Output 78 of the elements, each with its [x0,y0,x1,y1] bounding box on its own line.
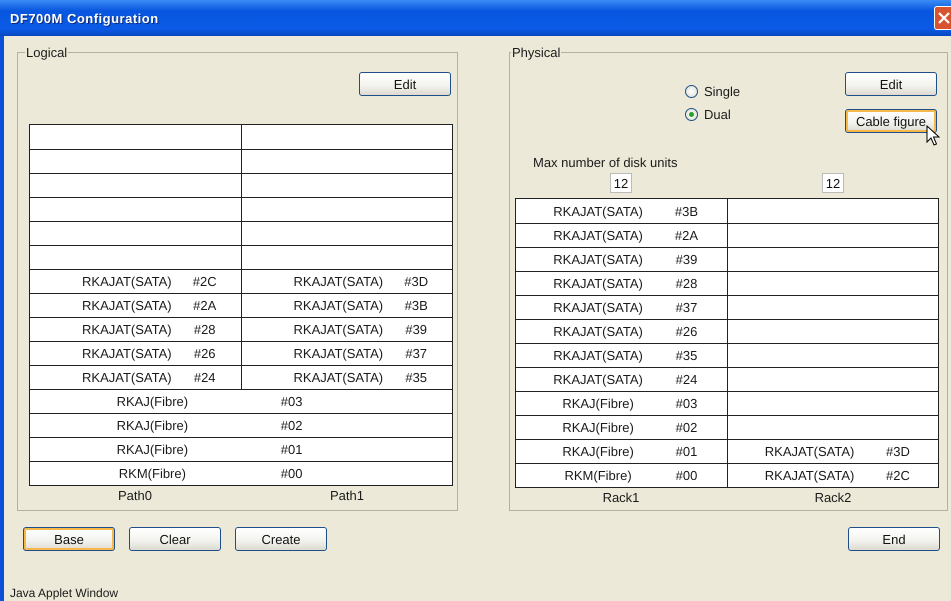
unit-number: #35 [674,348,698,363]
unit-number: #26 [674,324,698,339]
unit-name: RKAJAT(SATA) [292,274,384,289]
unit-name: RKAJ(Fibre) [561,420,635,435]
unit-name: RKAJ(Fibre) [116,442,190,457]
unit-number: #01 [674,444,698,459]
unit-number: #03 [280,394,304,409]
button[interactable]: Edit [359,72,451,96]
button[interactable]: Create [235,527,327,551]
unit-number: #3B [674,204,700,218]
field-label: Max number of disk units [532,154,679,170]
status-text: Java Applet Window [9,586,120,601]
radio-option[interactable]: Dual [685,107,740,122]
button[interactable]: End [848,527,940,551]
unit-number: #2A [674,228,700,243]
unit-name: RKAJAT(SATA) [552,252,644,267]
column-label: Rack1 [602,489,640,505]
unit-name: RKAJAT(SATA) [292,370,384,385]
unit-name: RKM(Fibre) [564,468,633,483]
unit-number: #3D [403,274,430,289]
unit-name: RKAJAT(SATA) [292,322,384,337]
close-icon[interactable] [934,6,951,30]
unit-number: #28 [192,322,217,337]
unit-number: #03 [674,396,698,411]
column-label: Path0 [117,487,153,503]
unit-name: RKAJAT(SATA) [552,276,644,291]
number-field[interactable]: 12 [822,173,844,193]
unit-name: RKAJAT(SATA) [552,300,644,315]
unit-name: RKAJAT(SATA) [552,204,644,218]
unit-number: #39 [404,322,428,337]
unit-name: RKAJAT(SATA) [552,372,644,387]
column-label: Path1 [329,487,365,503]
unit-name: RKAJAT(SATA) [292,346,384,361]
column-label: Rack2 [814,489,852,505]
unit-number: #3D [885,444,911,459]
unit-number: #02 [674,420,698,435]
unit-name: RKAJ(Fibre) [116,394,190,409]
mouse-pointer-icon [926,125,940,147]
unit-name: RKAJAT(SATA) [764,468,856,483]
unit-name: RKAJAT(SATA) [81,322,173,337]
unit-number: #37 [674,300,698,315]
panel-title: Physical [511,45,562,60]
unit-number: #35 [404,370,428,385]
unit-number: #2A [192,298,218,313]
unit-number: #01 [280,442,304,457]
unit-name: RKAJAT(SATA) [552,324,644,339]
unit-name: RKAJ(Fibre) [116,418,190,433]
unit-number: #00 [280,466,304,481]
unit-number: #00 [674,468,698,483]
unit-name: RKAJAT(SATA) [552,348,644,363]
radio-option[interactable]: Single [685,84,740,99]
button[interactable]: Cable figure [845,109,937,133]
unit-name: RKAJAT(SATA) [81,274,173,289]
unit-name: RKAJAT(SATA) [292,298,384,313]
unit-number: #02 [280,418,304,433]
unit-name: RKAJ(Fibre) [561,444,635,459]
unit-number: #28 [674,276,698,291]
panel-title: Logical [25,45,68,60]
unit-number: #2C [885,468,911,483]
unit-number: #39 [674,252,698,267]
unit-number: #3B [404,298,429,313]
button[interactable]: Base [23,527,115,551]
unit-name: RKAJAT(SATA) [81,346,173,361]
button[interactable]: Clear [129,527,221,551]
unit-name: RKAJAT(SATA) [764,444,856,459]
unit-name: RKAJAT(SATA) [81,298,173,313]
unit-name: RKAJAT(SATA) [81,370,173,385]
number-field[interactable]: 12 [610,173,632,193]
unit-name: RKAJ(Fibre) [561,396,635,411]
unit-number: #37 [404,346,428,361]
unit-name: RKAJAT(SATA) [552,228,644,243]
window-title: DF700M Configuration [10,10,159,26]
unit-number: #24 [192,370,217,385]
unit-number: #26 [192,346,217,361]
unit-number: #24 [674,372,698,387]
unit-name: RKM(Fibre) [118,466,187,481]
button[interactable]: Edit [845,72,937,96]
unit-number: #2C [192,274,218,289]
